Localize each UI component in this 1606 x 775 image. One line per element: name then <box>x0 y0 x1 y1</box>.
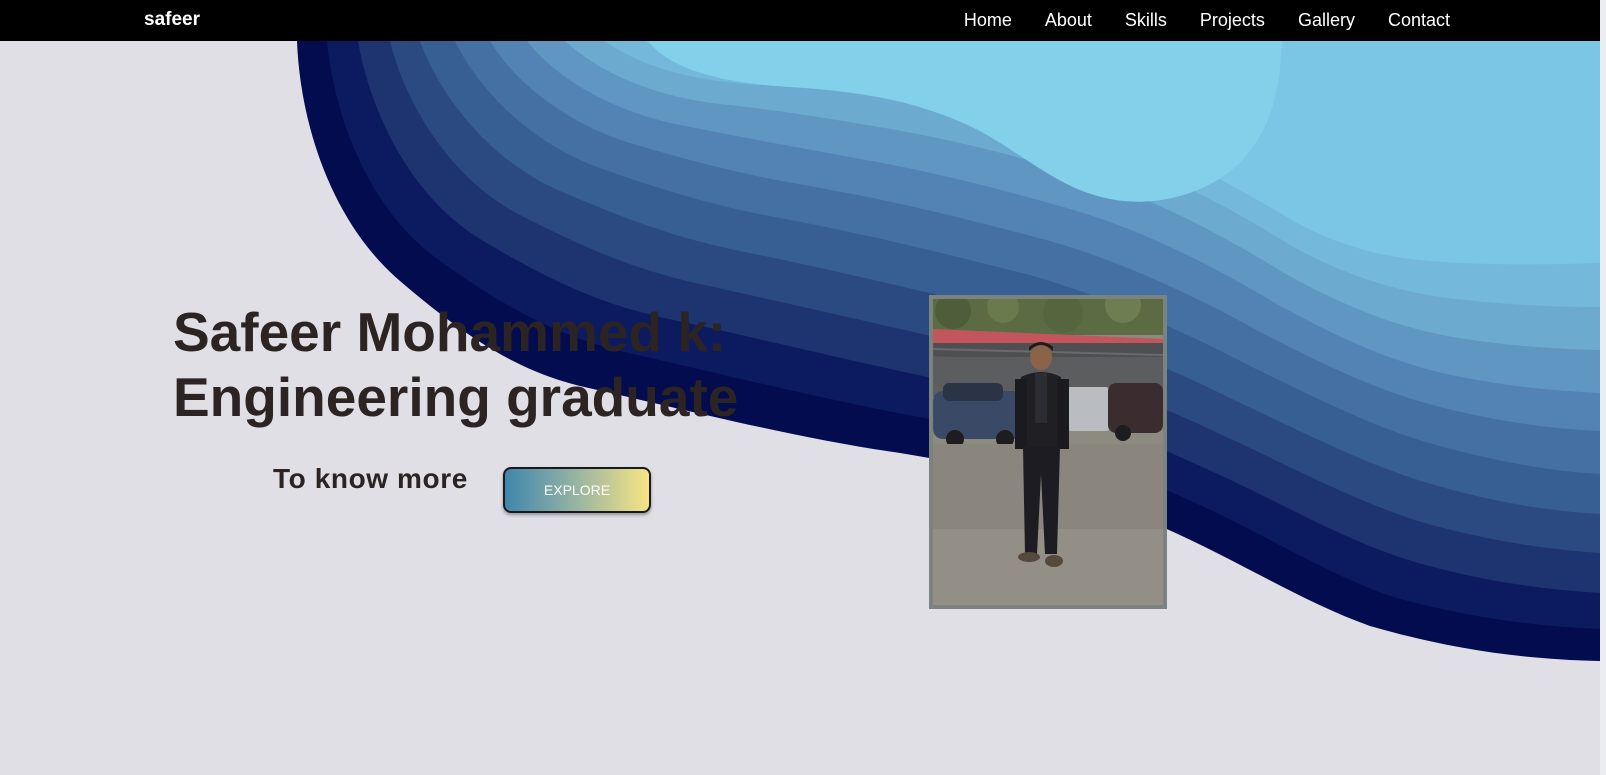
explore-button[interactable]: EXPLORE <box>503 467 651 513</box>
nav-contact[interactable]: Contact <box>1388 0 1450 41</box>
hero-title-line1: Safeer Mohammed k: <box>173 301 727 363</box>
nav-home[interactable]: Home <box>964 0 1012 41</box>
brand-logo[interactable]: safeer <box>144 9 200 31</box>
page-edge <box>1600 0 1606 775</box>
hero-title-line2: Engineering graduate <box>173 366 739 428</box>
nav-projects[interactable]: Projects <box>1200 0 1265 41</box>
cta-text: To know more <box>273 463 468 494</box>
nav-gallery[interactable]: Gallery <box>1298 0 1355 41</box>
portrait-photo <box>929 295 1167 609</box>
nav-links: Home About Skills Projects Gallery Conta… <box>931 0 1450 41</box>
nav-skills[interactable]: Skills <box>1125 0 1167 41</box>
navbar: safeer Home About Skills Projects Galler… <box>0 0 1600 41</box>
nav-about[interactable]: About <box>1045 0 1092 41</box>
portrait-photo-icon <box>933 299 1163 605</box>
hero-title: Safeer Mohammed k: Engineering graduate <box>173 300 738 430</box>
page: safeer Home About Skills Projects Galler… <box>0 0 1606 775</box>
